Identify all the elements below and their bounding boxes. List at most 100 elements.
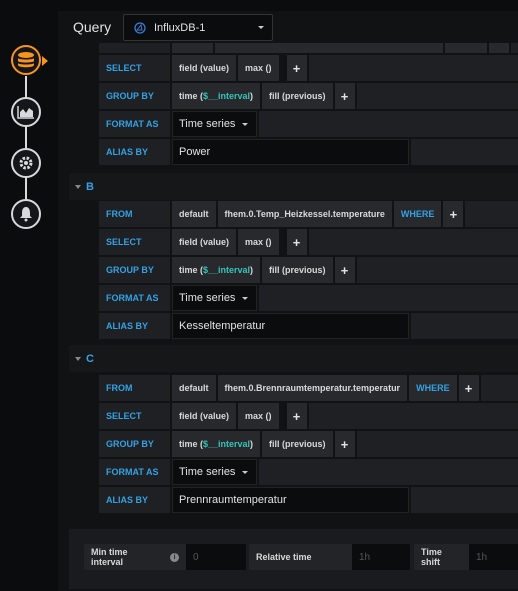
add-segment-button[interactable]: + [458,375,479,401]
field-segment[interactable]: field (value) [172,55,237,81]
aggregation-segment[interactable]: max () [238,229,279,255]
query-b-select-row: SELECT field (value) max () + [99,229,518,255]
where-keyword[interactable]: WHERE [393,201,442,227]
datasource-picker[interactable]: InfluxDB-1 [123,14,273,41]
chart-area-icon [17,106,34,119]
time-group-segment[interactable]: time ($__interval) [172,257,261,283]
alias-by-input[interactable]: Kesseltemperatur [172,313,409,339]
query-c-select-row: SELECT field (value) max () + [99,403,518,429]
interval-variable: $__interval [203,91,251,101]
time-fn-close: ) [250,265,254,275]
select-label: SELECT [99,55,170,81]
add-segment-button[interactable]: + [286,403,307,429]
format-as-select[interactable]: Time series [172,459,257,485]
time-fn-close: ) [250,91,254,101]
alert-step[interactable] [11,199,41,229]
group-by-label: GROUP BY [99,257,170,283]
add-segment-button[interactable]: + [286,229,307,255]
chevron-down-icon [242,122,248,126]
select-label: SELECT [99,229,170,255]
row-filler [465,201,518,227]
query-c-format-as-row: FORMAT AS Time series [99,459,518,485]
min-time-interval-field: Min time interval i 0 [84,544,246,570]
fill-segment[interactable]: fill (previous) [262,257,333,283]
row-filler [308,229,518,255]
visualization-step[interactable] [11,97,41,127]
collapse-caret-icon[interactable] [75,184,81,189]
interval-variable: $__interval [203,439,251,449]
min-time-interval-input[interactable]: 0 [186,544,246,570]
measurement-segment[interactable]: fhem.0.Temp_Heizkessel.temperature [217,201,392,227]
collapse-caret-icon[interactable] [75,356,81,361]
add-segment-button[interactable]: + [334,431,355,457]
chevron-down-icon [242,296,248,300]
active-step-pointer [42,56,48,66]
format-as-select[interactable]: Time series [172,285,257,311]
add-segment-button[interactable]: + [334,257,355,283]
time-fn: time ( [179,439,204,449]
aggregation-segment[interactable]: max () [238,403,279,429]
row-filler [411,313,518,339]
alias-by-label: ALIAS BY [99,487,170,513]
format-as-value: Time series [179,466,236,478]
time-shift-input[interactable]: 1h [469,544,518,570]
retention-policy-segment[interactable]: default [172,375,216,401]
row-filler [480,375,518,401]
time-fn: time ( [179,265,204,275]
alias-by-input[interactable]: Prennraumtemperatur [172,487,409,513]
add-segment-button[interactable]: + [443,201,464,227]
row-filler [308,55,518,81]
min-time-interval-label: Min time interval [91,547,128,567]
where-keyword[interactable]: WHERE [409,375,457,401]
row-filler [411,487,518,513]
general-step[interactable] [11,148,41,178]
row-filler [259,285,518,311]
format-as-value: Time series [179,118,236,130]
query-b-header[interactable]: B [69,173,518,200]
relative-time-label: Relative time [256,552,312,562]
steps-connector [25,76,27,208]
format-as-select[interactable]: Time series [172,111,257,137]
alias-by-input[interactable]: Power [172,139,409,165]
query-b-from-row: FROM default fhem.0.Temp_Heizkessel.temper… [99,201,518,227]
query-c-from-row: FROM default fhem.0.Brennraumtemperatur.te… [99,375,518,401]
format-as-label: FORMAT AS [99,111,170,137]
alias-by-label: ALIAS BY [99,313,170,339]
fill-segment[interactable]: fill (previous) [262,83,333,109]
query-c-alias-by-row: ALIAS BY Prennraumtemperatur [99,487,518,513]
alias-by-label: ALIAS BY [99,139,170,165]
database-icon [18,52,34,68]
time-fn-close: ) [250,439,254,449]
relative-time-input[interactable]: 1h [352,544,410,570]
field-segment[interactable]: field (value) [172,229,237,255]
chevron-down-icon [258,26,264,29]
measurement-segment[interactable]: fhem.0.Brennraumtemperatur.temperatur [217,375,408,401]
add-segment-button[interactable]: + [334,83,355,109]
query-a-select-row: SELECT field (value) max () + [99,55,518,81]
query-a-alias-by-row: ALIAS BY Power [99,139,518,165]
query-b-alias-by-row: ALIAS BY Kesseltemperatur [99,313,518,339]
gear-wrench-icon [19,156,33,170]
page-title: Query [73,19,112,35]
query-b-group-by-row: GROUP BY time ($__interval) fill (previous… [99,257,518,283]
chevron-down-icon [242,470,248,474]
row-filler [308,403,518,429]
time-group-segment[interactable]: time ($__interval) [172,83,261,109]
time-group-segment[interactable]: time ($__interval) [172,431,261,457]
retention-policy-segment[interactable]: default [172,201,216,227]
query-a-group-by-row: GROUP BY time ($__interval) fill (previous… [99,83,518,109]
time-fn: time ( [179,91,204,101]
add-segment-button[interactable]: + [286,55,307,81]
aggregation-segment[interactable]: max () [238,55,279,81]
format-as-label: FORMAT AS [99,285,170,311]
fill-segment[interactable]: fill (previous) [262,431,333,457]
row-filler [356,257,518,283]
influxdb-icon [134,21,146,34]
queries-step[interactable] [11,45,41,75]
query-ref-label: B [86,180,94,193]
query-b-format-as-row: FORMAT AS Time series [99,285,518,311]
query-c-header[interactable]: C [69,345,518,372]
field-segment[interactable]: field (value) [172,403,237,429]
row-filler [259,111,518,137]
datasource-name: InfluxDB-1 [154,21,206,34]
